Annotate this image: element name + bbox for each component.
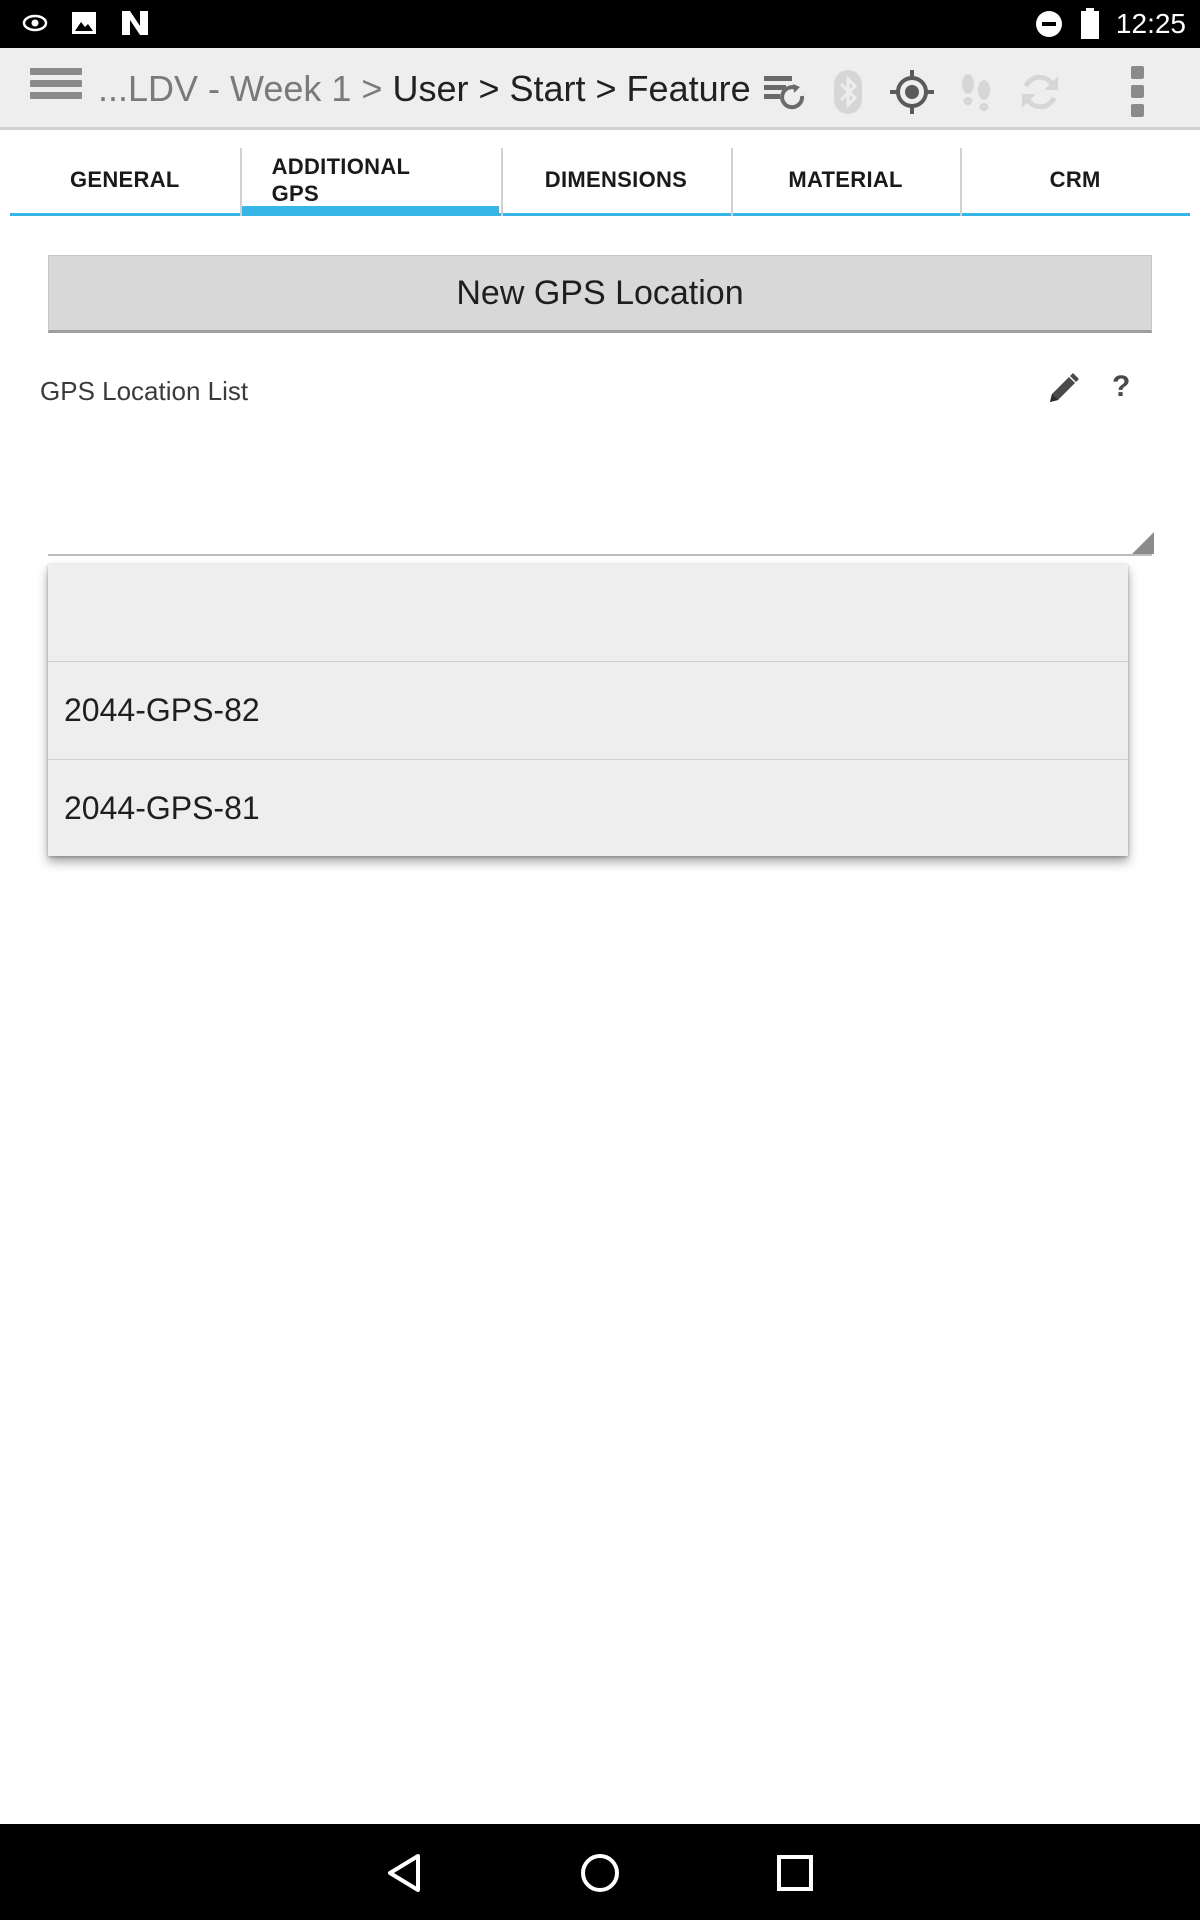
back-icon[interactable] [380, 1848, 430, 1898]
refresh-icon[interactable] [1016, 68, 1064, 116]
overflow-menu-icon[interactable] [1120, 66, 1154, 120]
pencil-icon[interactable] [1046, 372, 1080, 406]
do-not-disturb-icon [1035, 11, 1062, 37]
menu-icon[interactable] [30, 68, 82, 112]
navigation-bar [0, 1824, 1200, 1920]
tab-label: ADDITIONAL GPS [271, 153, 410, 206]
status-bar: 12:25 [0, 0, 1200, 48]
dropdown-item[interactable]: 2044-GPS-82 [48, 662, 1128, 760]
tab-label: CRM [1049, 166, 1101, 192]
tab-label: MATERIAL [788, 166, 903, 192]
tab-additional-gps[interactable]: ADDITIONAL GPS [239, 146, 502, 216]
app-bar: ...LDV - Week 1 > User > Start > Feature [0, 48, 1200, 130]
breadcrumb-current: User > Start > Feature [392, 68, 751, 109]
help-icon[interactable]: ? [1112, 370, 1130, 404]
recents-icon[interactable] [770, 1848, 820, 1898]
tab-dimensions[interactable]: DIMENSIONS [501, 146, 731, 216]
system-status: 12:25 [1034, 0, 1186, 48]
battery-icon [1080, 8, 1099, 39]
screen: 12:25 ...LDV - Week 1 > User > Start > F… [0, 0, 1200, 1920]
dropdown-item-empty[interactable] [48, 564, 1128, 662]
image-notification-icon [72, 12, 96, 34]
breadcrumb-parent[interactable]: ...LDV - Week 1 > [98, 68, 382, 109]
n-notification-icon [122, 11, 148, 35]
tab-label: GENERAL [69, 166, 180, 192]
new-gps-location-button[interactable]: New GPS Location [48, 255, 1152, 333]
tab-material[interactable]: MATERIAL [730, 146, 961, 216]
breadcrumb: ...LDV - Week 1 > User > Start > Feature [98, 68, 751, 110]
resize-handle-icon[interactable] [1132, 532, 1154, 554]
footsteps-icon[interactable] [952, 68, 1000, 116]
dropdown-item[interactable]: 2044-GPS-81 [48, 760, 1128, 856]
eye-notification-icon [22, 14, 48, 32]
gps-target-icon[interactable] [888, 68, 936, 116]
notification-icons [22, 8, 150, 38]
home-icon[interactable] [575, 1848, 625, 1898]
tab-label: DIMENSIONS [544, 166, 688, 192]
gps-location-list-field[interactable] [48, 420, 1154, 556]
gps-location-list-label: GPS Location List [40, 376, 249, 406]
clock: 12:25 [1115, 8, 1186, 39]
tab-bar: GENERAL ADDITIONAL GPS DIMENSIONS MATERI… [10, 146, 1190, 216]
tab-general[interactable]: GENERAL [10, 146, 240, 213]
bluetooth-icon[interactable] [824, 68, 872, 116]
tab-crm[interactable]: CRM [960, 146, 1190, 216]
gps-location-dropdown: 2044-GPS-82 2044-GPS-81 [48, 564, 1128, 856]
sync-list-icon[interactable] [760, 68, 808, 116]
